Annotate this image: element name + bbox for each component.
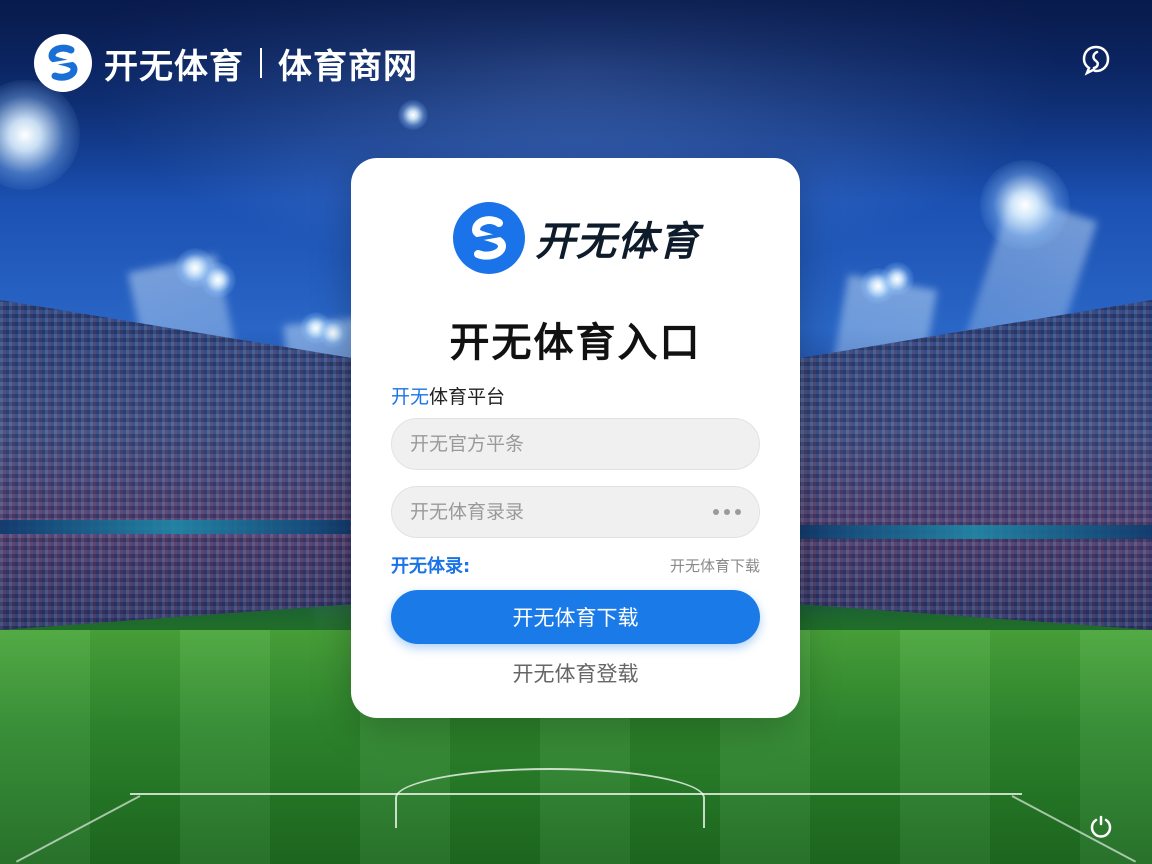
ad-board-right — [800, 525, 1152, 539]
s-logo-icon — [453, 202, 525, 274]
more-options-icon[interactable] — [713, 509, 741, 515]
meta-label[interactable]: 开无体录: — [391, 552, 470, 578]
card-logo-name: 开无体育 — [535, 219, 699, 265]
page-title: 开无体育入口 — [449, 320, 702, 366]
login-card: 开无体育 开无体育入口 开无体育平台 开无体录: 开无体育下载 开无体育下载 开… — [351, 158, 800, 718]
login-link[interactable]: 开无体育登载 — [351, 658, 800, 688]
platform-label: 开无体育平台 — [391, 382, 505, 409]
star-glint — [398, 100, 428, 130]
ad-board-left — [0, 520, 350, 534]
brand-subtitle: 体育商网 — [278, 46, 418, 87]
download-button[interactable]: 开无体育下载 — [391, 590, 760, 644]
brand-logo — [34, 34, 92, 92]
s-logo-icon — [44, 44, 82, 81]
pitch-center-arc — [395, 768, 705, 828]
floodlight — [980, 160, 1070, 250]
username-field[interactable] — [391, 418, 760, 470]
download-link[interactable]: 开无体育下载 — [670, 555, 760, 576]
card-logo: 开无体育 — [453, 202, 699, 274]
site-brand[interactable]: 开无体育 体育商网 — [34, 34, 418, 92]
chat-bubble-icon[interactable] — [1080, 44, 1112, 76]
brand-name: 开无体育 — [104, 46, 244, 87]
password-input[interactable] — [410, 501, 705, 523]
power-icon[interactable] — [1088, 814, 1114, 840]
platform-label-highlight: 开无 — [391, 386, 430, 408]
floodlight — [880, 262, 914, 296]
meta-row: 开无体录: 开无体育下载 — [391, 552, 760, 578]
brand-divider — [260, 48, 262, 78]
username-input[interactable] — [410, 433, 741, 455]
platform-label-text: 体育平台 — [429, 386, 506, 408]
password-field[interactable] — [391, 486, 760, 538]
floodlight — [200, 262, 236, 298]
floodlight — [318, 318, 348, 348]
